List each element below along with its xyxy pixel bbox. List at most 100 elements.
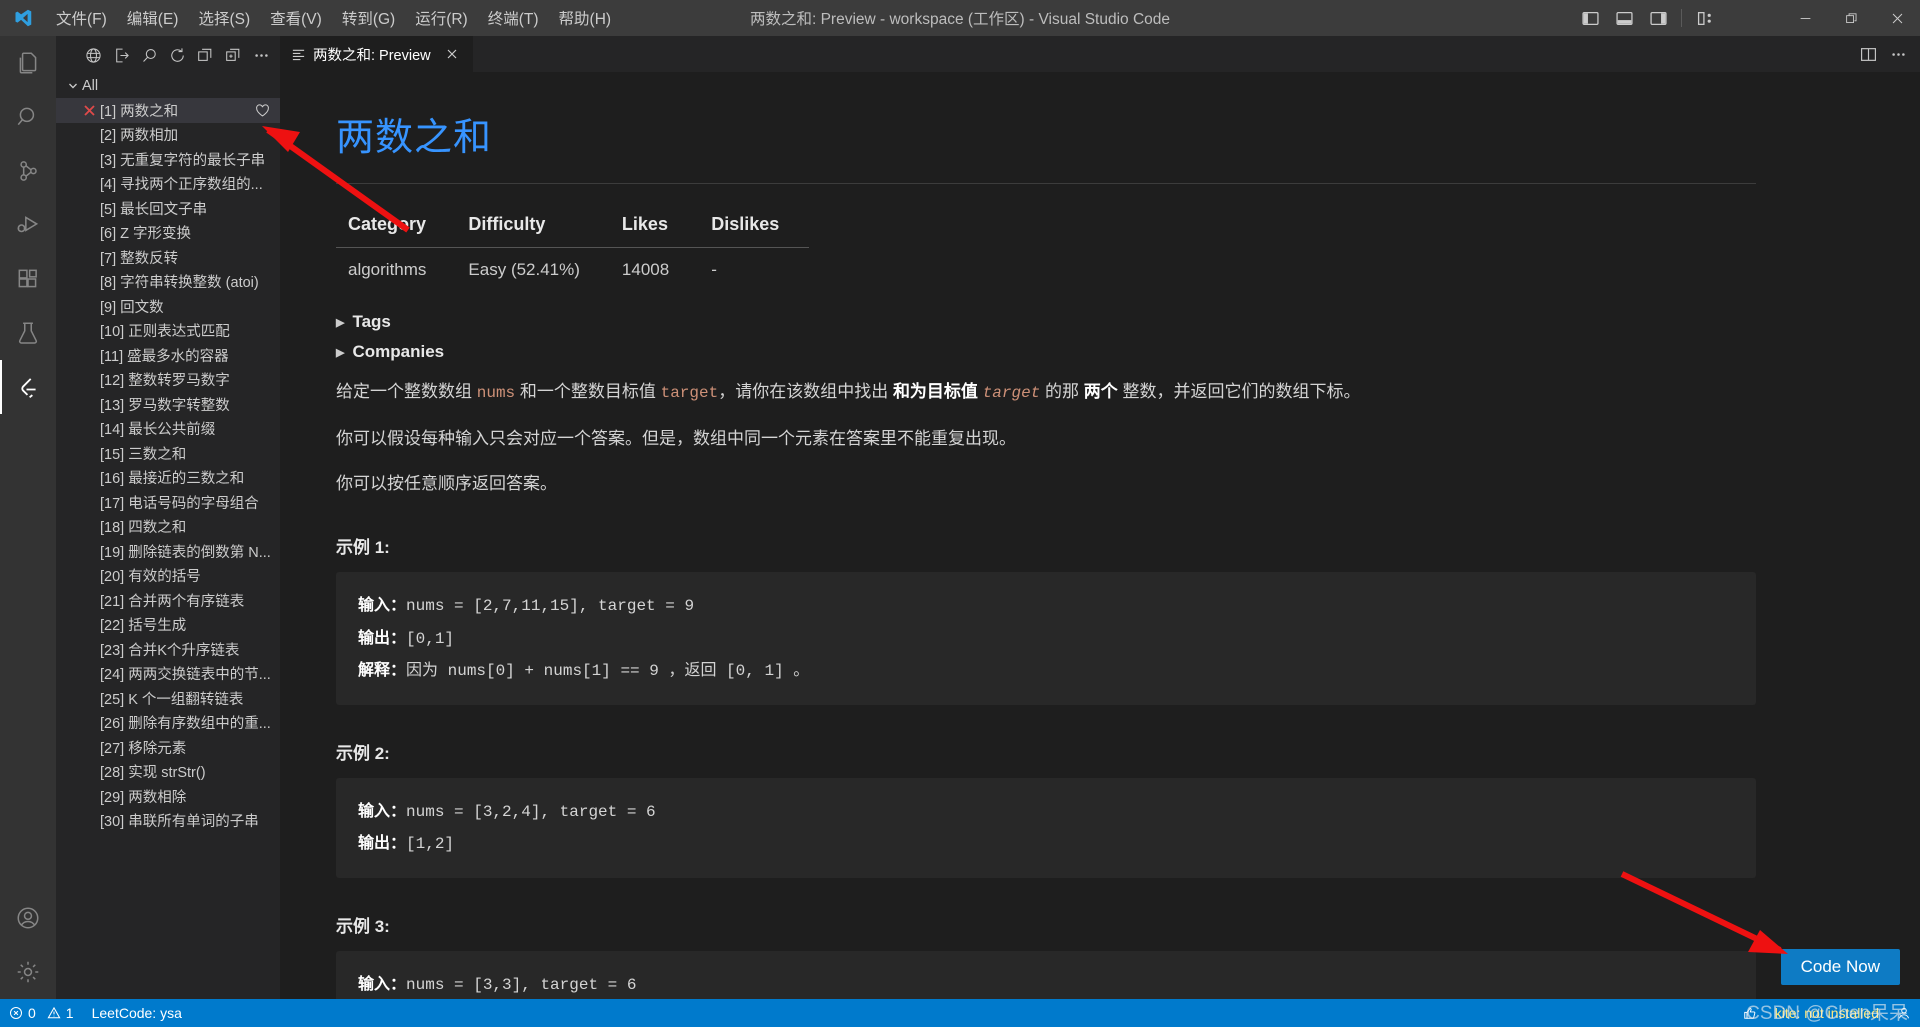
problem-list[interactable]: [1] 两数之和 [2] 两数相加 [3] 无重复字符的最长子串 [4] 寻找两个正序… xyxy=(56,98,280,999)
maximize-restore-button[interactable] xyxy=(1828,0,1874,36)
refresh-icon[interactable] xyxy=(164,42,190,68)
inline-code-em: target xyxy=(982,384,1041,402)
ellipsis-icon[interactable] xyxy=(248,42,274,68)
menu-view[interactable]: 查看(V) xyxy=(260,3,332,33)
menu-edit[interactable]: 编辑(E) xyxy=(117,3,189,33)
problem-list-item[interactable]: [21] 合并两个有序链表 xyxy=(56,588,280,613)
menu-file[interactable]: 文件(F) xyxy=(46,3,117,33)
sidebar-toolbar xyxy=(56,36,280,74)
problem-list-item[interactable]: [13] 罗马数字转整数 xyxy=(56,392,280,417)
problem-list-item[interactable]: [27] 移除元素 xyxy=(56,735,280,760)
problem-list-item[interactable]: [28] 实现 strStr() xyxy=(56,760,280,785)
example-line-label: 输出： xyxy=(358,629,407,647)
activitybar-item-run-and-debug[interactable] xyxy=(0,198,56,252)
menu-selection[interactable]: 选择(S) xyxy=(188,3,260,33)
close-icon xyxy=(78,104,100,117)
problem-list-item[interactable]: [4] 寻找两个正序数组的... xyxy=(56,172,280,197)
problem-list-item[interactable]: [20] 有效的括号 xyxy=(56,564,280,589)
problem-list-item[interactable]: [5] 最长回文子串 xyxy=(56,196,280,221)
problem-list-item[interactable]: [24] 两两交换链表中的节... xyxy=(56,662,280,687)
problem-list-item[interactable]: [11] 盛最多水的容器 xyxy=(56,343,280,368)
problem-list-item[interactable]: [3] 无重复字符的最长子串 xyxy=(56,147,280,172)
collapsible-companies-label: Companies xyxy=(352,342,445,361)
toggle-secondary-sidebar-icon[interactable] xyxy=(1641,0,1675,36)
page-title: 两数之和 xyxy=(336,117,493,159)
ellipsis-icon[interactable] xyxy=(1884,40,1912,68)
problem-list-item-label: [3] 无重复字符的最长子串 xyxy=(100,152,266,169)
description-paragraph: 给定一个整数数组 nums 和一个整数目标值 target，请你在该数组中找出 … xyxy=(336,376,1756,409)
problem-list-item[interactable]: [23] 合并K个升序链表 xyxy=(56,637,280,662)
text-run: 和一个整数目标值 xyxy=(515,382,661,401)
close-icon[interactable] xyxy=(442,44,462,64)
problem-list-item[interactable]: [25] K 个一组翻转链表 xyxy=(56,686,280,711)
problem-list-item-label: [16] 最接近的三数之和 xyxy=(100,471,245,488)
heart-icon[interactable] xyxy=(255,103,270,118)
problem-list-item[interactable]: [6] Z 字形变换 xyxy=(56,221,280,246)
activitybar-item-manage[interactable] xyxy=(0,945,56,999)
problem-list-item-label: [4] 寻找两个正序数组的... xyxy=(100,177,263,194)
problem-list-item-label: [21] 合并两个有序链表 xyxy=(100,593,245,610)
menu-go[interactable]: 转到(G) xyxy=(332,3,405,33)
problem-list-item[interactable]: [14] 最长公共前缀 xyxy=(56,417,280,442)
code-now-button[interactable]: Code Now xyxy=(1780,949,1900,985)
problem-list-item[interactable]: [16] 最接近的三数之和 xyxy=(56,466,280,491)
menu-run[interactable]: 运行(R) xyxy=(405,3,478,33)
problem-list-item[interactable]: [17] 电话号码的字母组合 xyxy=(56,490,280,515)
problem-list-item[interactable]: [19] 删除链表的倒数第 N... xyxy=(56,539,280,564)
status-feedback[interactable] xyxy=(1734,999,1766,1027)
customize-layout-icon[interactable] xyxy=(1688,0,1722,36)
problem-list-item[interactable]: [1] 两数之和 xyxy=(56,98,280,123)
menu-terminal[interactable]: 终端(T) xyxy=(478,3,549,33)
problem-list-item[interactable]: [8] 字符串转换整数 (atoi) xyxy=(56,270,280,295)
activitybar-item-explorer[interactable] xyxy=(0,36,56,90)
error-icon xyxy=(9,1006,23,1020)
activitybar-item-search[interactable] xyxy=(0,90,56,144)
collapse-all-icon[interactable] xyxy=(192,42,218,68)
problem-list-item[interactable]: [7] 整数反转 xyxy=(56,245,280,270)
problem-list-item[interactable]: [30] 串联所有单词的子串 xyxy=(56,809,280,834)
tree-root-all[interactable]: All xyxy=(56,74,280,98)
problem-list-item-label: [24] 两两交换链表中的节... xyxy=(100,667,271,684)
minimize-button[interactable] xyxy=(1782,0,1828,36)
activitybar-item-testing[interactable] xyxy=(0,306,56,360)
text-run: 你可以假设每种输入只会对应一个答案。但是，数组中同一个元素在答案里不能重复出现。 xyxy=(336,428,1016,448)
status-kite[interactable]: kite: not installed xyxy=(1766,999,1888,1027)
expand-all-icon[interactable] xyxy=(220,42,246,68)
triangle-right-icon: ▶ xyxy=(336,346,345,359)
problem-list-item-label: [12] 整数转罗马数字 xyxy=(100,373,230,390)
status-account[interactable] xyxy=(1888,999,1920,1027)
status-leetcode-user[interactable]: LeetCode: ysa xyxy=(83,999,191,1027)
problem-list-item[interactable]: [12] 整数转罗马数字 xyxy=(56,368,280,393)
sidebar: All [1] 两数之和 [2] 两数相加 [3] 无重复字符的最长子串 [4] 寻找… xyxy=(56,36,280,999)
problem-list-item[interactable]: [26] 删除有序数组中的重... xyxy=(56,711,280,736)
toggle-primary-sidebar-icon[interactable] xyxy=(1573,0,1607,36)
problem-list-item[interactable]: [9] 回文数 xyxy=(56,294,280,319)
globe-icon[interactable] xyxy=(80,42,106,68)
activitybar-item-leetcode[interactable] xyxy=(0,360,56,414)
collapsible-tags[interactable]: ▶ Tags xyxy=(336,312,391,332)
split-editor-icon[interactable] xyxy=(1854,40,1882,68)
problem-list-item[interactable]: [22] 括号生成 xyxy=(56,613,280,638)
activitybar-item-source-control[interactable] xyxy=(0,144,56,198)
problem-list-item[interactable]: [15] 三数之和 xyxy=(56,441,280,466)
problem-list-item[interactable]: [18] 四数之和 xyxy=(56,515,280,540)
titlebar-right-controls xyxy=(1573,0,1920,36)
problem-list-item-label: [13] 罗马数字转整数 xyxy=(100,397,230,414)
tab-label: 两数之和: Preview xyxy=(313,47,431,64)
activitybar-item-extensions[interactable] xyxy=(0,252,56,306)
sign-in-icon[interactable] xyxy=(108,42,134,68)
status-problems[interactable]: 0 1 xyxy=(0,999,83,1027)
close-button[interactable] xyxy=(1874,0,1920,36)
activitybar-item-accounts[interactable] xyxy=(0,891,56,945)
toggle-panel-icon[interactable] xyxy=(1607,0,1641,36)
menu-help[interactable]: 帮助(H) xyxy=(549,3,622,33)
example-line-code: [0,1] xyxy=(406,629,455,648)
problem-list-item[interactable]: [10] 正则表达式匹配 xyxy=(56,319,280,344)
problem-preview-webview: 两数之和 Category Difficulty Likes Dislikes xyxy=(280,72,1920,999)
problem-list-item-label: [17] 电话号码的字母组合 xyxy=(100,495,259,512)
search-icon[interactable] xyxy=(136,42,162,68)
tab-two-sum-preview[interactable]: 两数之和: Preview xyxy=(280,36,474,72)
problem-list-item[interactable]: [2] 两数相加 xyxy=(56,123,280,148)
collapsible-companies[interactable]: ▶ Companies xyxy=(336,342,444,362)
problem-list-item[interactable]: [29] 两数相除 xyxy=(56,784,280,809)
